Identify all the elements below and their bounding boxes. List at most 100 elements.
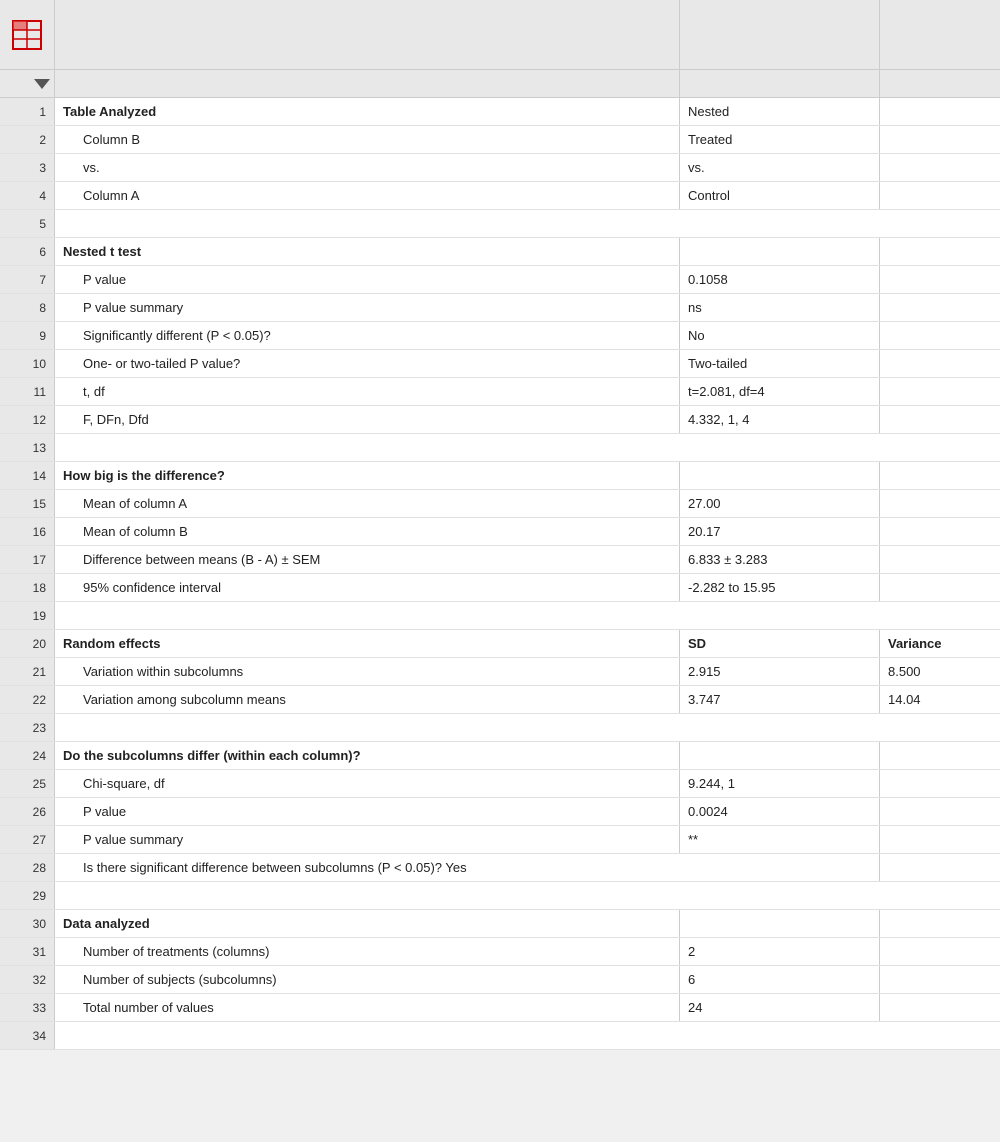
cell-b: **	[680, 826, 880, 853]
table-row: 17 Difference between means (B - A) ± SE…	[0, 546, 1000, 574]
cell-c	[880, 294, 1000, 321]
table-row: 24 Do the subcolumns differ (within each…	[0, 742, 1000, 770]
cell-a: Table Analyzed	[55, 98, 680, 125]
empty-cell	[55, 210, 1000, 237]
empty-cell	[55, 1022, 1000, 1049]
cell-b	[680, 462, 880, 489]
table-row: 14 How big is the difference?	[0, 462, 1000, 490]
table-row: 22 Variation among subcolumn means 3.747…	[0, 686, 1000, 714]
row-number: 26	[0, 798, 55, 825]
cell-c	[880, 854, 1000, 881]
table-row: 31 Number of treatments (columns) 2	[0, 938, 1000, 966]
cell-a: Number of subjects (subcolumns)	[55, 966, 680, 993]
triangle-cell	[0, 70, 55, 97]
spreadsheet-container: 1 Table Analyzed Nested 2 Column B Treat…	[0, 0, 1000, 1050]
sub-header-col-b	[680, 70, 880, 97]
cell-a: Mean of column B	[55, 518, 680, 545]
table-row: 3 vs. vs.	[0, 154, 1000, 182]
row-number: 27	[0, 826, 55, 853]
table-row: 9 Significantly different (P < 0.05)? No	[0, 322, 1000, 350]
cell-b: No	[680, 322, 880, 349]
table-row: 1 Table Analyzed Nested	[0, 98, 1000, 126]
row-number: 32	[0, 966, 55, 993]
empty-cell	[55, 434, 1000, 461]
cell-b: t=2.081, df=4	[680, 378, 880, 405]
cell-a: How big is the difference?	[55, 462, 680, 489]
cell-b: Two-tailed	[680, 350, 880, 377]
table-row: 16 Mean of column B 20.17	[0, 518, 1000, 546]
cell-c	[880, 350, 1000, 377]
cell-b: 6.833 ± 3.283	[680, 546, 880, 573]
row-number: 33	[0, 994, 55, 1021]
empty-cell	[55, 882, 1000, 909]
cell-b: ns	[680, 294, 880, 321]
table-row: 11 t, df t=2.081, df=4	[0, 378, 1000, 406]
cell-c	[880, 378, 1000, 405]
cell-a: Total number of values	[55, 994, 680, 1021]
table-row: 12 F, DFn, Dfd 4.332, 1, 4	[0, 406, 1000, 434]
cell-a: 95% confidence interval	[55, 574, 680, 601]
cell-a: Number of treatments (columns)	[55, 938, 680, 965]
table-row: 7 P value 0.1058	[0, 266, 1000, 294]
cell-a: Mean of column A	[55, 490, 680, 517]
table-row: 20 Random effects SD Variance	[0, 630, 1000, 658]
cell-b: 3.747	[680, 686, 880, 713]
row-number: 10	[0, 350, 55, 377]
table-row: 19	[0, 602, 1000, 630]
cell-b	[680, 910, 880, 937]
empty-cell	[55, 602, 1000, 629]
sub-header-row	[0, 70, 1000, 98]
cell-b: 9.244, 1	[680, 770, 880, 797]
cell-b: 6	[680, 966, 880, 993]
cell-a: Data analyzed	[55, 910, 680, 937]
table-row: 25 Chi-square, df 9.244, 1	[0, 770, 1000, 798]
cell-c	[880, 770, 1000, 797]
cell-a: F, DFn, Dfd	[55, 406, 680, 433]
cell-c	[880, 910, 1000, 937]
header-row	[0, 0, 1000, 70]
cell-b: 20.17	[680, 518, 880, 545]
cell-c	[880, 266, 1000, 293]
row-number: 30	[0, 910, 55, 937]
cell-b: 4.332, 1, 4	[680, 406, 880, 433]
row-number: 16	[0, 518, 55, 545]
cell-a: Variation among subcolumn means	[55, 686, 680, 713]
cell-c	[880, 238, 1000, 265]
table-row: 10 One- or two-tailed P value? Two-taile…	[0, 350, 1000, 378]
row-number: 9	[0, 322, 55, 349]
row-number: 20	[0, 630, 55, 657]
row-number: 5	[0, 210, 55, 237]
table-row: 8 P value summary ns	[0, 294, 1000, 322]
cell-b: Treated	[680, 126, 880, 153]
app-icon-cell	[0, 0, 55, 69]
cell-a: Column B	[55, 126, 680, 153]
row-number: 14	[0, 462, 55, 489]
table-row: 29	[0, 882, 1000, 910]
row-number: 15	[0, 490, 55, 517]
cell-c	[880, 406, 1000, 433]
cell-c	[880, 938, 1000, 965]
row-number: 3	[0, 154, 55, 181]
data-rows-container: 1 Table Analyzed Nested 2 Column B Treat…	[0, 98, 1000, 1050]
cell-a: P value summary	[55, 826, 680, 853]
cell-b: 0.1058	[680, 266, 880, 293]
cell-c	[880, 182, 1000, 209]
row-number: 22	[0, 686, 55, 713]
cell-a: Do the subcolumns differ (within each co…	[55, 742, 680, 769]
table-row: 34	[0, 1022, 1000, 1050]
row-number: 17	[0, 546, 55, 573]
cell-b: vs.	[680, 154, 880, 181]
cell-a: Nested t test	[55, 238, 680, 265]
cell-a: One- or two-tailed P value?	[55, 350, 680, 377]
table-row: 18 95% confidence interval -2.282 to 15.…	[0, 574, 1000, 602]
row-number: 12	[0, 406, 55, 433]
cell-b: 0.0024	[680, 798, 880, 825]
table-row: 21 Variation within subcolumns 2.915 8.5…	[0, 658, 1000, 686]
cell-a: vs.	[55, 154, 680, 181]
cell-a: Column A	[55, 182, 680, 209]
cell-c	[880, 966, 1000, 993]
cell-b: Nested	[680, 98, 880, 125]
col-b-header	[680, 0, 880, 69]
table-row: 33 Total number of values 24	[0, 994, 1000, 1022]
cell-a: t, df	[55, 378, 680, 405]
